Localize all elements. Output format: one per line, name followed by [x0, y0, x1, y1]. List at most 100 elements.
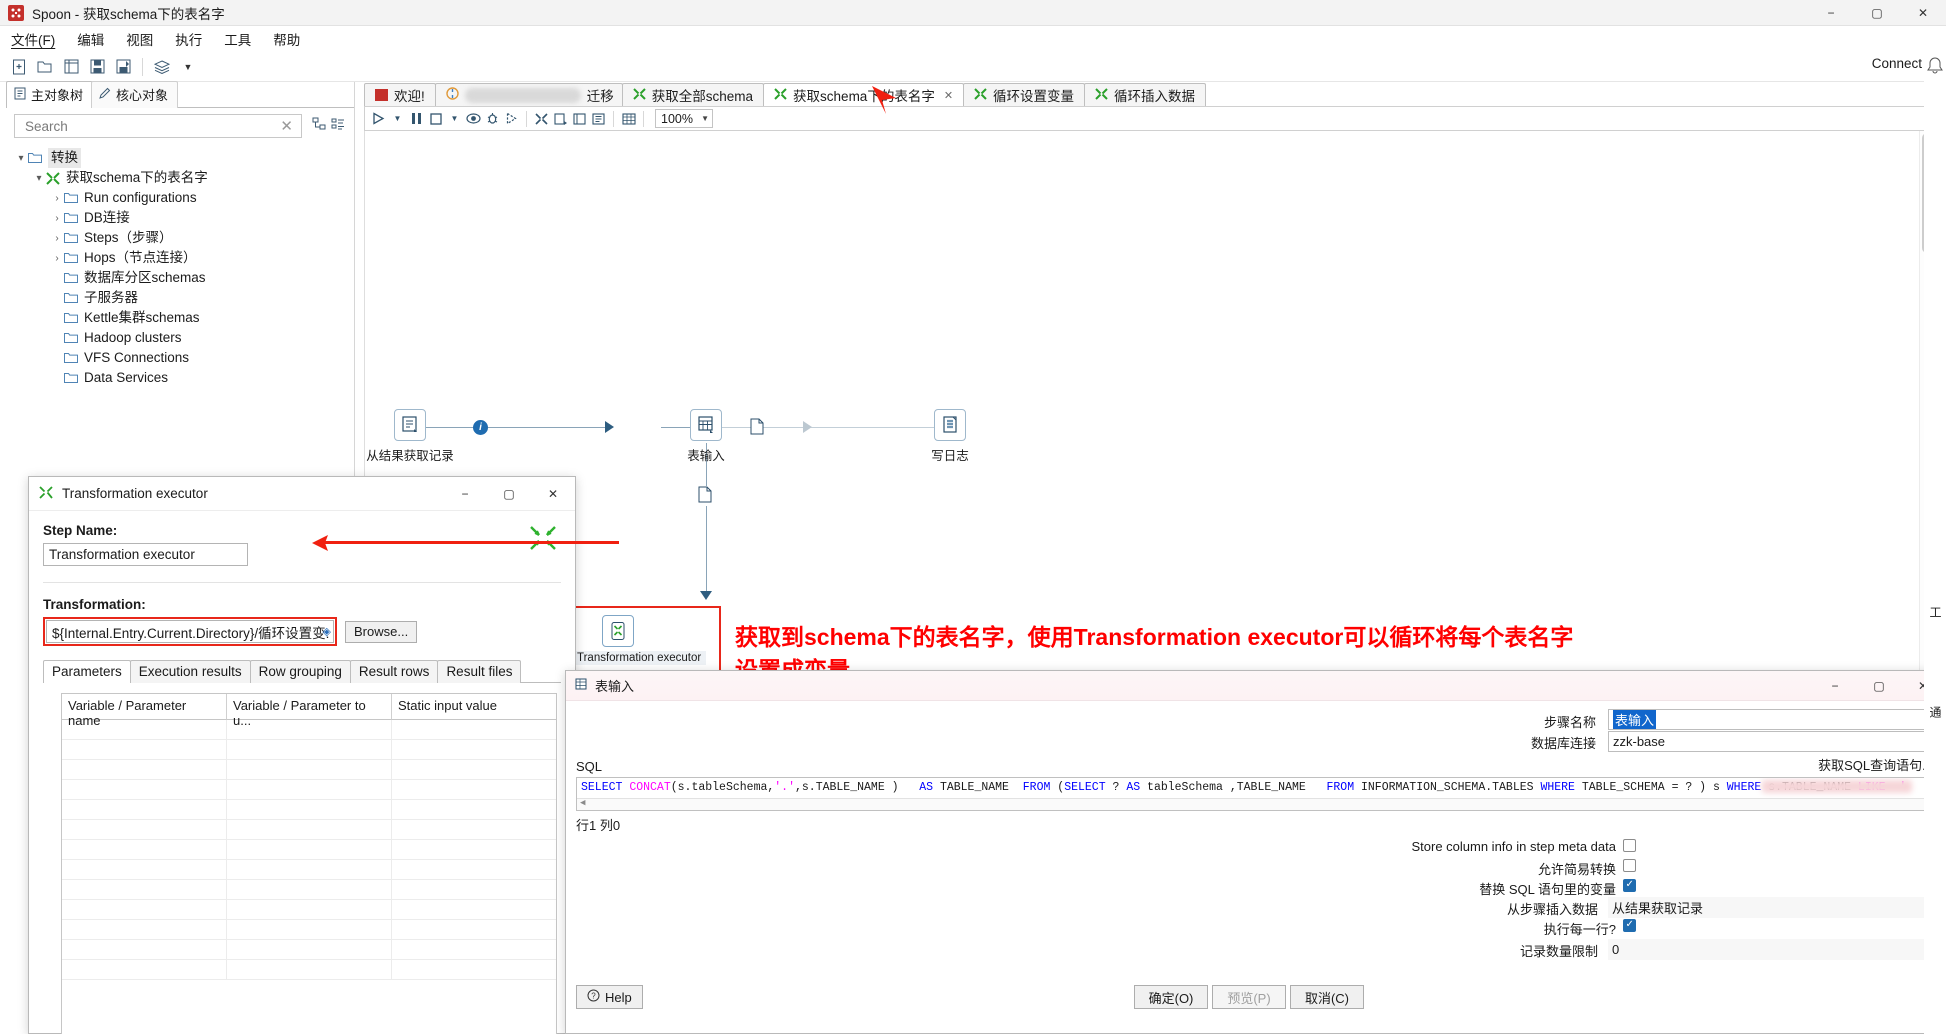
insert-from-step-select[interactable]: 从结果获取记录: [1608, 897, 1946, 918]
save-icon[interactable]: [86, 56, 108, 78]
tab-result-files[interactable]: Result files: [437, 660, 522, 683]
canvas-step-get-rows-from-result[interactable]: 从结果获取记录: [365, 409, 455, 464]
canvas-tab-get-all-schema[interactable]: 获取全部schema: [621, 83, 765, 106]
chevron-right-icon[interactable]: ›: [50, 233, 64, 244]
canvas-tab-loop-insert-data[interactable]: 循环插入数据: [1084, 83, 1207, 106]
table-row[interactable]: [62, 760, 556, 780]
save-as-icon[interactable]: [112, 56, 134, 78]
limit-input[interactable]: 0: [1608, 939, 1946, 960]
close-button[interactable]: ✕: [531, 477, 575, 510]
show-grid-icon[interactable]: [619, 109, 638, 128]
maximize-button[interactable]: ▢: [1857, 671, 1901, 700]
right-edge-label-2[interactable]: 通: [1927, 706, 1944, 718]
browse-button[interactable]: Browse...: [345, 620, 418, 643]
tree-node[interactable]: 数据库分区schemas: [0, 268, 354, 288]
dropdown-caret-icon[interactable]: ▼: [177, 56, 199, 78]
allow-simple-transform-checkbox[interactable]: [1623, 859, 1636, 872]
scroll-left-icon[interactable]: ◀: [580, 798, 585, 808]
open-file-icon[interactable]: [34, 56, 56, 78]
tree-node[interactable]: ▾ 转换: [0, 148, 354, 168]
menu-item-view[interactable]: 视图: [115, 26, 164, 52]
canvas-tab-welcome[interactable]: 欢迎!: [364, 83, 436, 106]
tree-node[interactable]: 子服务器: [0, 288, 354, 308]
verify-icon[interactable]: [532, 109, 551, 128]
clear-x-icon[interactable]: ✕: [276, 117, 297, 135]
table-row[interactable]: [62, 820, 556, 840]
canvas-tab-get-table-names[interactable]: 获取schema下的表名字 ✕: [763, 83, 965, 106]
collapse-all-icon[interactable]: [312, 117, 327, 134]
close-button[interactable]: ✕: [1900, 0, 1946, 26]
ok-button[interactable]: 确定(O): [1134, 985, 1208, 1009]
explore-icon[interactable]: [60, 56, 82, 78]
minimize-button[interactable]: −: [1813, 671, 1857, 700]
connect-button[interactable]: Connect: [1872, 56, 1922, 71]
run-dropdown-icon[interactable]: ▼: [388, 109, 407, 128]
table-row[interactable]: [62, 880, 556, 900]
replay-icon[interactable]: [502, 109, 521, 128]
tree-node[interactable]: › DB连接: [0, 208, 354, 228]
cancel-button[interactable]: 取消(C): [1290, 985, 1364, 1009]
preview-icon[interactable]: [464, 109, 483, 128]
menu-item-edit[interactable]: 编辑: [66, 26, 115, 52]
connection-select[interactable]: zzk-base: [1608, 731, 1946, 752]
tab-main-object-tree[interactable]: 主对象树: [6, 81, 94, 108]
tree-node[interactable]: Kettle集群schemas: [0, 308, 354, 328]
menu-item-help[interactable]: 帮助: [262, 26, 311, 52]
table-row[interactable]: [62, 940, 556, 960]
table-row[interactable]: [62, 780, 556, 800]
maximize-button[interactable]: ▢: [487, 477, 531, 510]
right-edge-label-1[interactable]: 工: [1927, 606, 1944, 618]
tree-node[interactable]: › Run configurations: [0, 188, 354, 208]
canvas-tab-loop-set-variable[interactable]: 循环设置变量: [963, 83, 1086, 106]
tree-node[interactable]: Data Services: [0, 368, 354, 388]
zoom-level-select[interactable]: 100% ▼: [655, 109, 713, 128]
menu-item-tools[interactable]: 工具: [213, 26, 262, 52]
step-name-input[interactable]: Transformation executor: [43, 543, 248, 566]
tree-node[interactable]: ▾ 获取schema下的表名字: [0, 168, 354, 188]
layers-icon[interactable]: [151, 56, 173, 78]
table-row[interactable]: [62, 920, 556, 940]
sql-editor[interactable]: SELECT CONCAT(s.tableSchema,'.',s.TABLE_…: [576, 777, 1937, 811]
tab-result-rows[interactable]: Result rows: [349, 660, 439, 683]
minimize-button[interactable]: −: [1808, 0, 1854, 26]
tab-row-grouping[interactable]: Row grouping: [249, 660, 351, 683]
preview-button[interactable]: 预览(P): [1212, 985, 1286, 1009]
store-column-info-checkbox[interactable]: [1623, 839, 1636, 852]
menu-item-file[interactable]: 文件(F): [0, 26, 66, 52]
table-row[interactable]: [62, 800, 556, 820]
tree-node[interactable]: › Hops（节点连接）: [0, 248, 354, 268]
chevron-right-icon[interactable]: ›: [50, 193, 64, 204]
table-row[interactable]: [62, 840, 556, 860]
run-icon[interactable]: [369, 109, 388, 128]
search-input[interactable]: [23, 117, 277, 135]
chevron-right-icon[interactable]: ›: [50, 253, 64, 264]
tree-node[interactable]: VFS Connections: [0, 348, 354, 368]
step-name-input[interactable]: 表输入: [1608, 709, 1934, 730]
transformation-input[interactable]: ${Internal.Entry.Current.Directory}/循环设置…: [46, 620, 334, 643]
sql-horizontal-scrollbar[interactable]: ◀ ▶: [577, 798, 1936, 810]
tab-parameters[interactable]: Parameters: [43, 660, 131, 683]
chevron-down-icon[interactable]: ▼: [701, 114, 709, 123]
analyze-icon[interactable]: [551, 109, 570, 128]
close-icon[interactable]: ✕: [944, 89, 953, 102]
table-row[interactable]: [62, 860, 556, 880]
execute-each-row-checkbox[interactable]: [1623, 918, 1636, 932]
table-row[interactable]: [62, 960, 556, 980]
parameters-grid[interactable]: Variable / Parameter name Variable / Par…: [61, 693, 557, 1034]
stop-icon[interactable]: [426, 109, 445, 128]
sql-icon[interactable]: [589, 109, 608, 128]
canvas-step-table-input[interactable]: 表输入: [661, 409, 751, 464]
impact-icon[interactable]: [570, 109, 589, 128]
chevron-right-icon[interactable]: ›: [50, 213, 64, 224]
chevron-down-icon[interactable]: ▾: [32, 173, 46, 184]
new-file-icon[interactable]: [8, 56, 30, 78]
get-sql-button[interactable]: 获取SQL查询语句...: [1818, 755, 1933, 774]
tab-execution-results[interactable]: Execution results: [129, 660, 251, 683]
debug-icon[interactable]: [483, 109, 502, 128]
search-box[interactable]: ✕: [14, 114, 302, 138]
menu-item-action[interactable]: 执行: [164, 26, 213, 52]
help-button[interactable]: ? Help: [576, 985, 643, 1009]
maximize-button[interactable]: ▢: [1854, 0, 1900, 26]
table-row[interactable]: [62, 900, 556, 920]
notification-icon[interactable]: [1926, 56, 1944, 78]
